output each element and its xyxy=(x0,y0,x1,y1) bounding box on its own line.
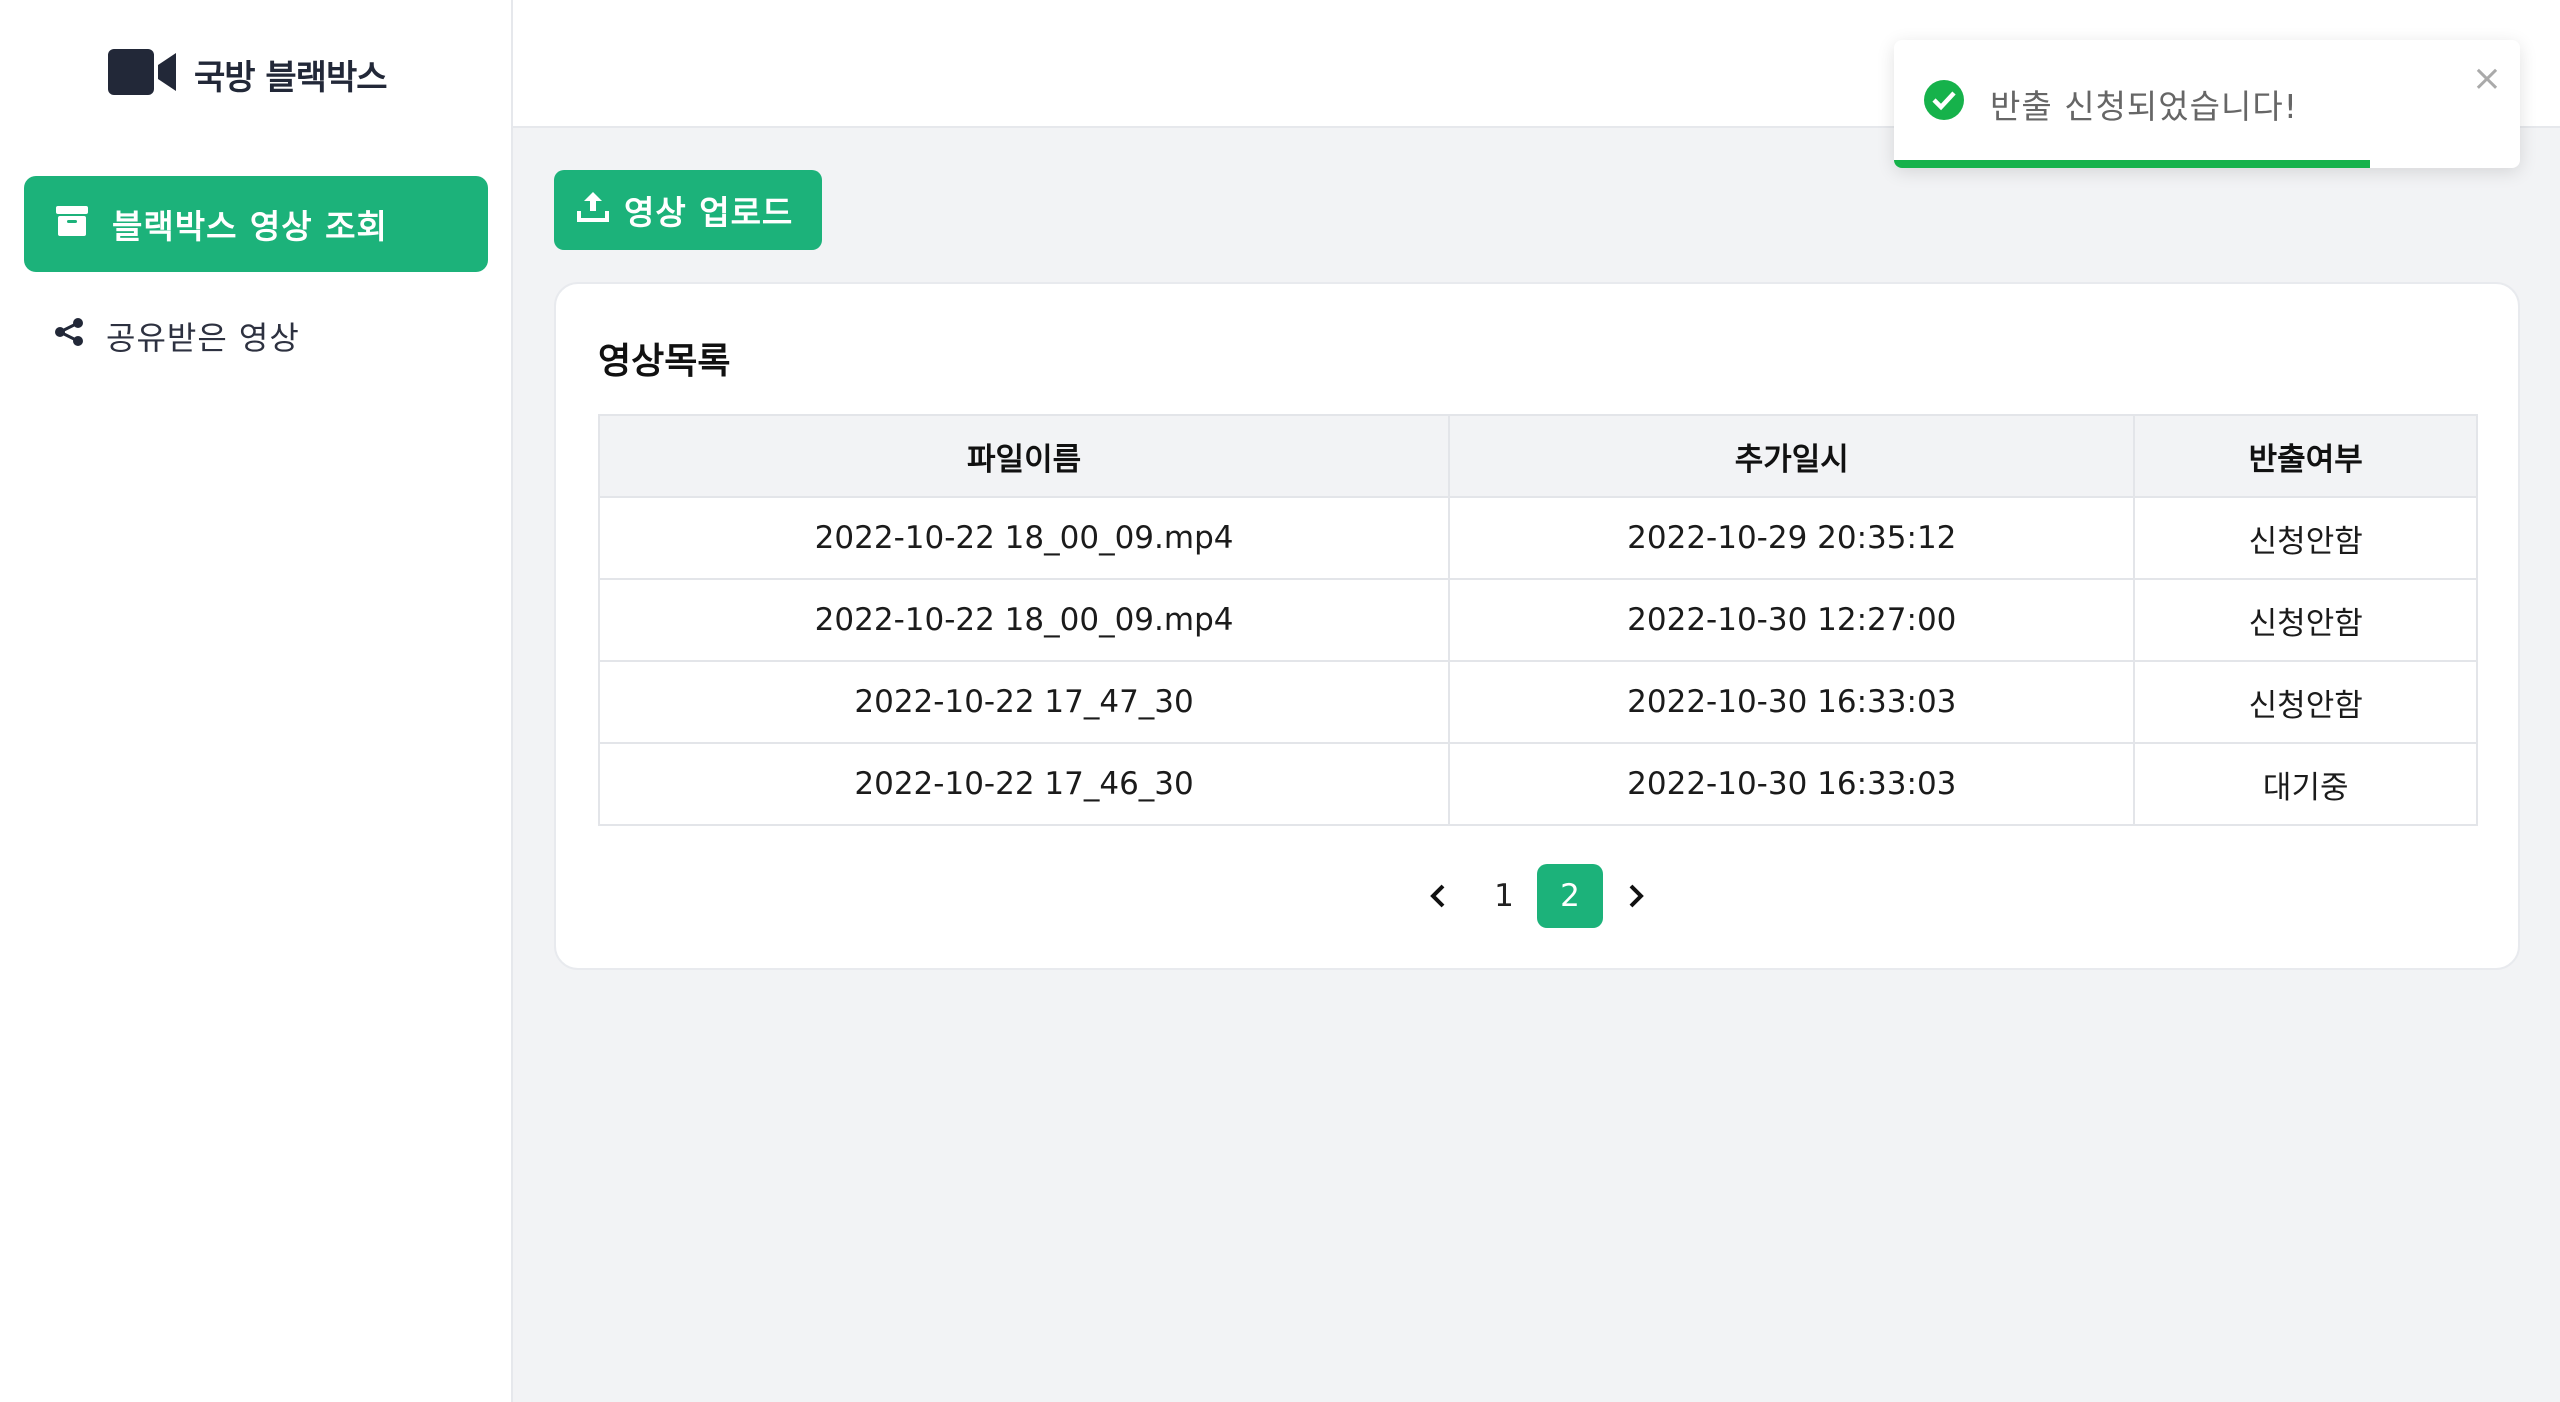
upload-icon xyxy=(576,189,610,231)
toast-message: 반출 신청되었습니다! xyxy=(1990,87,2298,126)
archive-icon xyxy=(56,205,88,244)
video-table: 파일이름 추가일시 반출여부 2022-10-22 18_00_09.mp4 2… xyxy=(597,414,2478,826)
check-circle-icon xyxy=(1924,80,1964,128)
share-icon xyxy=(54,317,84,355)
export-status-cell: 대기중 xyxy=(2133,742,2478,826)
table-header-row: 파일이름 추가일시 반출여부 xyxy=(597,414,2478,498)
table-row[interactable]: 2022-10-22 18_00_09.mp4 2022-10-30 12:27… xyxy=(597,578,2478,662)
export-status-cell: 신청안함 xyxy=(2133,660,2478,744)
sidebar-item-label: 블랙박스 영상 조회 xyxy=(112,207,388,246)
added-at-cell: 2022-10-30 16:33:03 xyxy=(1448,742,2136,826)
pagination: 1 2 xyxy=(556,864,2518,928)
logo-text: 국방 블랙박스 xyxy=(194,57,388,98)
export-status-cell: 신청안함 xyxy=(2133,496,2478,580)
column-header-export-status: 반출여부 xyxy=(2133,414,2478,498)
chevron-right-icon xyxy=(1629,884,1644,908)
sidebar-item-label: 공유받은 영상 xyxy=(106,319,300,357)
sidebar-item-blackbox-videos[interactable]: 블랙박스 영상 조회 xyxy=(24,176,488,272)
toast-content: 반출 신청되었습니다! xyxy=(1924,40,2298,168)
prev-page-button[interactable] xyxy=(1405,864,1471,928)
added-at-cell: 2022-10-30 16:33:03 xyxy=(1448,660,2136,744)
table-row[interactable]: 2022-10-22 17_47_30 2022-10-30 16:33:03 … xyxy=(597,660,2478,744)
filename-cell[interactable]: 2022-10-22 17_46_30 xyxy=(597,742,1451,826)
toast-progress-bar xyxy=(1894,160,2370,168)
column-header-added-at: 추가일시 xyxy=(1448,414,2136,498)
success-toast: 반출 신청되었습니다! × xyxy=(1894,40,2520,168)
page-button-2[interactable]: 2 xyxy=(1537,864,1603,928)
sidebar: 국방 블랙박스 블랙박스 영상 조회 공유받은 영상 xyxy=(0,0,513,1402)
table-row[interactable]: 2022-10-22 17_46_30 2022-10-30 16:33:03 … xyxy=(597,742,2478,826)
added-at-cell: 2022-10-29 20:35:12 xyxy=(1448,496,2136,580)
filename-cell[interactable]: 2022-10-22 18_00_09.mp4 xyxy=(597,496,1451,580)
video-camera-icon xyxy=(108,49,178,99)
chevron-left-icon xyxy=(1430,884,1445,908)
added-at-cell: 2022-10-30 12:27:00 xyxy=(1448,578,2136,662)
upload-video-button[interactable]: 영상 업로드 xyxy=(554,170,822,250)
close-icon[interactable]: × xyxy=(2472,58,2502,99)
sidebar-item-shared-videos[interactable]: 공유받은 영상 xyxy=(24,300,488,372)
table-row[interactable]: 2022-10-22 18_00_09.mp4 2022-10-29 20:35… xyxy=(597,496,2478,580)
upload-video-label: 영상 업로드 xyxy=(624,193,794,232)
video-list-card: 영상목록 파일이름 추가일시 반출여부 2022-10-22 18_00_09.… xyxy=(554,282,2520,970)
column-header-filename: 파일이름 xyxy=(597,414,1451,498)
filename-cell[interactable]: 2022-10-22 18_00_09.mp4 xyxy=(597,578,1451,662)
logo[interactable]: 국방 블랙박스 xyxy=(108,48,388,100)
page-button-1[interactable]: 1 xyxy=(1471,864,1537,928)
export-status-cell: 신청안함 xyxy=(2133,578,2478,662)
filename-cell[interactable]: 2022-10-22 17_47_30 xyxy=(597,660,1451,744)
next-page-button[interactable] xyxy=(1603,864,1669,928)
video-list-title: 영상목록 xyxy=(598,341,731,382)
